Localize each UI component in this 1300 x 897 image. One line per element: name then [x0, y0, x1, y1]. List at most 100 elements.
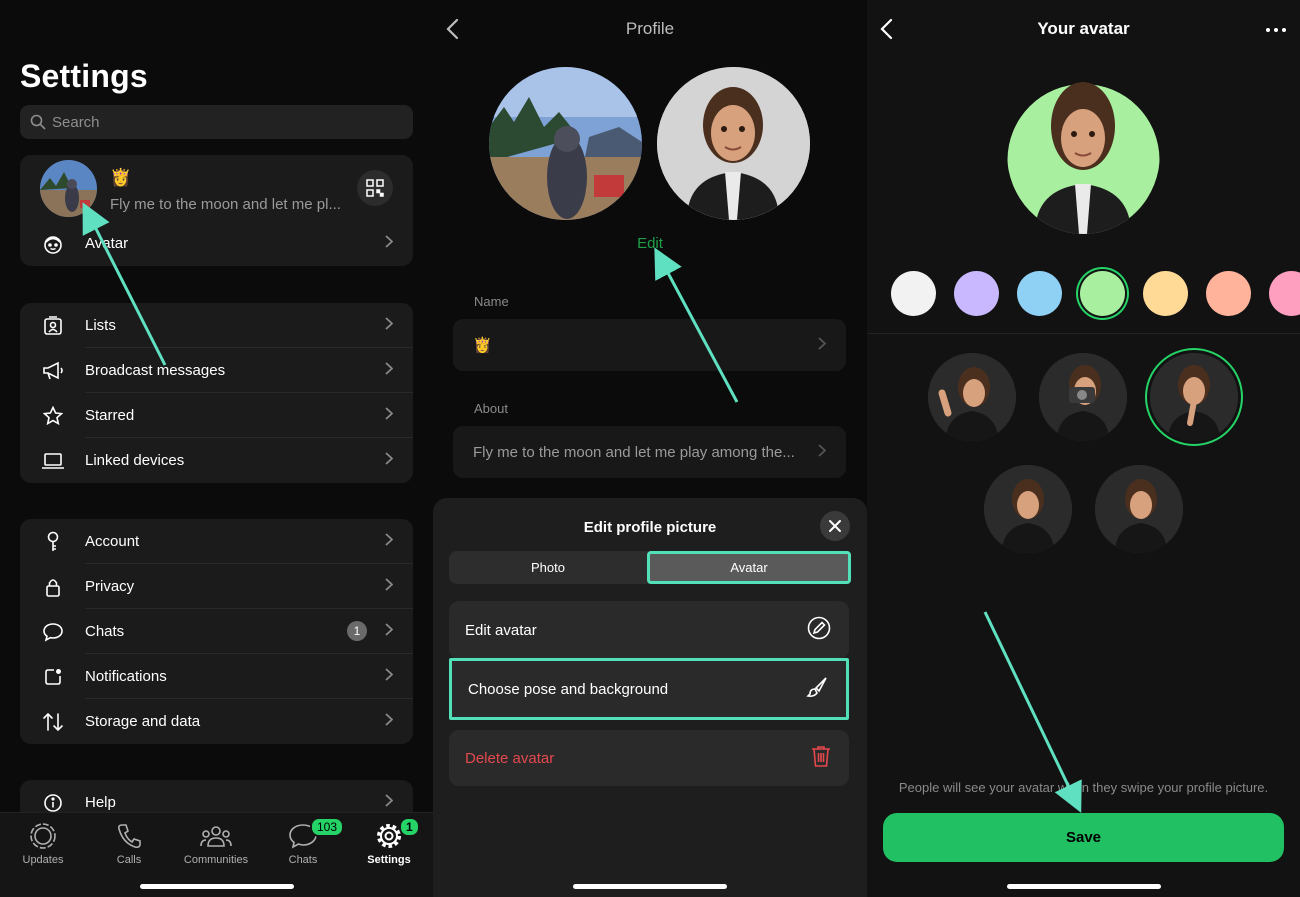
chevron-right-icon [385, 451, 394, 470]
pose-option-camera[interactable] [1039, 353, 1127, 441]
settings-item-label: Account [85, 533, 140, 550]
pose-option-tilt[interactable] [984, 465, 1072, 553]
color-swatch[interactable] [1017, 271, 1062, 316]
page-title: Settings [20, 58, 148, 94]
name-section-label: Name [474, 294, 509, 309]
settings-item-label: Avatar [85, 235, 129, 252]
about-section-label: About [474, 401, 508, 416]
tab-calls[interactable]: Calls [89, 821, 169, 866]
notification-icon [44, 668, 61, 685]
pose-option-wave[interactable] [928, 353, 1016, 441]
laptop-icon [41, 452, 64, 469]
pose-option-standing[interactable] [1095, 465, 1183, 553]
about-field[interactable]: Fly me to the moon and let me play among… [453, 426, 846, 478]
settings-item-lists[interactable]: Lists [20, 303, 413, 348]
settings-item-storage[interactable]: Storage and data [20, 699, 413, 744]
home-indicator [139, 884, 294, 889]
paintbrush-icon [806, 676, 828, 702]
settings-item-label: Starred [85, 407, 135, 424]
home-indicator [573, 884, 727, 889]
save-button[interactable]: Save [883, 813, 1284, 862]
search-icon [30, 114, 46, 130]
choose-pose-background-option[interactable]: Choose pose and background [449, 658, 849, 720]
page-title: Profile [625, 19, 675, 38]
settings-group-1: Lists Broadcast messages Starred Linked … [20, 303, 413, 483]
avatar-preview[interactable] [657, 67, 810, 220]
settings-item-privacy[interactable]: Privacy [20, 564, 413, 609]
about-value: Fly me to the moon and let me play among… [473, 443, 795, 461]
megaphone-icon [42, 361, 63, 379]
settings-group-2: Account Privacy Chats 1 Notifications St… [20, 519, 413, 744]
tab-chats[interactable]: Chats 103 [263, 817, 345, 866]
settings-item-linked-devices[interactable]: Linked devices [20, 438, 413, 483]
settings-item-label: Lists [85, 317, 116, 334]
chevron-right-icon [385, 406, 394, 425]
chevron-right-icon [385, 532, 394, 551]
settings-item-avatar[interactable]: Avatar [20, 221, 413, 266]
key-icon [47, 531, 58, 551]
tab-photo[interactable]: Photo [449, 551, 647, 584]
chevron-right-icon [818, 336, 827, 354]
option-label: Edit avatar [465, 621, 537, 639]
your-avatar-screen: Your avatar People will see your avatar … [867, 0, 1300, 897]
lock-icon [45, 578, 60, 597]
profile-status: Fly me to the moon and let me pl... [110, 196, 341, 213]
delete-avatar-option[interactable]: Delete avatar [449, 730, 849, 786]
tab-label: Updates [22, 854, 64, 866]
profile-photo[interactable] [489, 67, 642, 220]
option-label: Delete avatar [465, 749, 555, 767]
tab-label: Calls [116, 854, 142, 866]
chevron-right-icon [385, 316, 394, 335]
color-swatch[interactable] [1269, 271, 1300, 316]
settings-item-label: Privacy [85, 578, 135, 595]
settings-item-starred[interactable]: Starred [20, 393, 413, 438]
more-options-icon[interactable] [1266, 28, 1286, 32]
sheet-title: Edit profile picture [583, 519, 717, 536]
bottom-tab-bar: Updates Calls Communities Chats 103 Sett… [0, 812, 433, 897]
home-indicator [1006, 884, 1161, 889]
star-icon [42, 405, 63, 425]
close-button[interactable] [820, 511, 850, 541]
name-field[interactable]: 👸 [453, 319, 846, 371]
search-input[interactable]: Search [20, 105, 413, 139]
tab-avatar[interactable]: Avatar [647, 551, 851, 584]
edit-profile-picture-sheet: Edit profile picture Photo Avatar Edit a… [433, 498, 867, 897]
profile-group: 👸 Fly me to the moon and let me pl... Av… [20, 155, 413, 266]
name-value: 👸 [473, 337, 492, 354]
settings-item-chats[interactable]: Chats 1 [20, 609, 413, 654]
color-swatch[interactable] [1206, 271, 1251, 316]
settings-item-broadcast[interactable]: Broadcast messages [20, 348, 413, 393]
phone-icon [118, 824, 141, 849]
settings-screen: Settings Search 👸 Fly me to the moon and… [0, 0, 433, 897]
qr-code-button[interactable] [357, 170, 393, 206]
close-icon [829, 520, 841, 532]
pose-option-thinking[interactable] [1150, 353, 1238, 441]
color-swatch[interactable] [1080, 271, 1125, 316]
tab-label: Settings [367, 854, 411, 866]
edit-avatar-option[interactable]: Edit avatar [449, 601, 849, 659]
edit-pencil-icon [807, 616, 831, 644]
search-placeholder: Search [52, 113, 100, 131]
chevron-right-icon [385, 577, 394, 596]
chevron-right-icon [385, 622, 394, 641]
color-swatch[interactable] [954, 271, 999, 316]
page-title: Your avatar [1037, 19, 1130, 38]
profile-name: 👸 [110, 168, 132, 187]
settings-item-account[interactable]: Account [20, 519, 413, 564]
settings-item-notifications[interactable]: Notifications [20, 654, 413, 699]
edit-profile-picture-link[interactable]: Edit [433, 235, 867, 252]
tab-communities[interactable]: Communities [176, 821, 256, 866]
trash-icon [811, 745, 831, 771]
chevron-right-icon [385, 667, 394, 686]
tab-updates[interactable]: Updates [3, 821, 83, 866]
up-down-arrows-icon [42, 712, 63, 731]
chat-bubble-icon [42, 622, 63, 642]
updates-icon [30, 823, 56, 849]
profile-photo[interactable] [40, 160, 97, 217]
tab-settings[interactable]: Settings 1 [349, 817, 429, 866]
profile-row[interactable]: 👸 Fly me to the moon and let me pl... [20, 155, 413, 221]
color-swatch[interactable] [891, 271, 936, 316]
lists-icon [43, 315, 62, 335]
photo-avatar-segmented-control: Photo Avatar [449, 551, 851, 584]
color-swatch[interactable] [1143, 271, 1188, 316]
